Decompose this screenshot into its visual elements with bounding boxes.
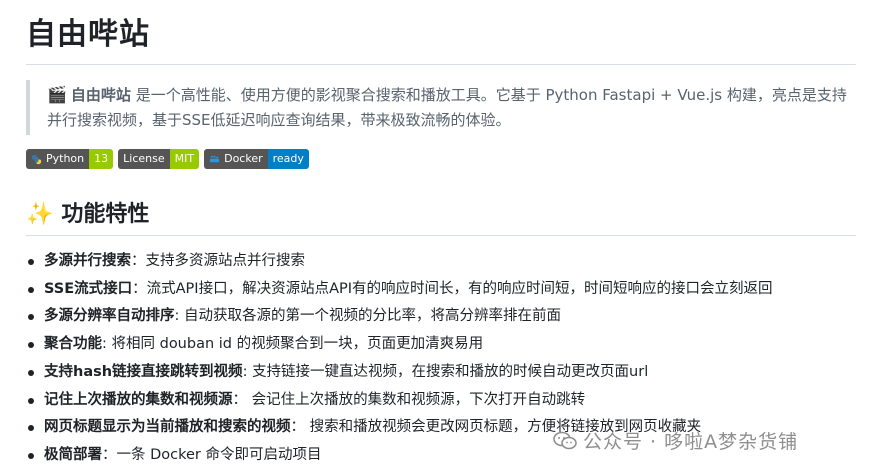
watermark: 公众号 · 哆啦A梦杂货铺: [553, 427, 798, 454]
feature-separator: ：: [132, 280, 147, 297]
list-item: 多源分辨率自动排序: 自动获取各源的第一个视频的分比率，将高分辨率排在前面: [28, 303, 856, 331]
feature-separator: :: [102, 336, 112, 353]
list-item: SSE流式接口：流式API接口，解决资源站点API有的响应时间长，有的响应时间短…: [28, 276, 856, 304]
intro-project-name: 自由哔站: [70, 86, 131, 104]
section-title: 功能特性: [61, 202, 150, 227]
feature-name: 聚合功能: [44, 336, 102, 353]
feature-desc: 支持链接一键直达视频，在搜索和播放的时候自动更改页面url: [252, 363, 649, 380]
docker-icon: [210, 155, 220, 162]
clapper-board-icon: 🎬: [47, 85, 67, 104]
list-item: 记住上次播放的集数和视频源： 会记住上次播放的集数和视频源，下次打开自动跳转: [28, 387, 856, 415]
feature-name: 多源并行搜索: [44, 253, 131, 269]
license-badge-label: License: [123, 152, 165, 165]
intro-text: 是一个高性能、使用方便的影视聚合搜索和播放工具。它基于 Python Fasta…: [47, 86, 847, 129]
sparkles-icon: ✨: [26, 202, 54, 227]
feature-desc: 将相同 douban id 的视频聚合到一块，页面更加清爽易用: [111, 336, 484, 353]
feature-desc: 流式API接口，解决资源站点API有的响应时间长，有的响应时间短，时间短响应的接…: [146, 280, 773, 297]
feature-name: 多源分辨率自动排序: [44, 308, 175, 325]
feature-desc: 自动获取各源的第一个视频的分比率，将高分辨率排在前面: [184, 308, 561, 325]
feature-name: SSE流式接口: [44, 280, 133, 297]
docker-badge-label: Docker: [224, 152, 263, 165]
feature-desc: 一条 Docker 命令即可启动项目: [116, 446, 322, 463]
feature-separator: ：: [131, 253, 146, 269]
feature-separator: :: [242, 363, 253, 380]
feature-separator: ：: [102, 446, 117, 463]
feature-separator: :: [174, 308, 184, 325]
feature-name: 支持hash链接直接跳转到视频: [44, 363, 243, 380]
python-badge-value: 13: [89, 149, 114, 169]
watermark-text: 公众号 · 哆啦A梦杂货铺: [583, 431, 799, 453]
python-badge-label: Python: [46, 152, 85, 165]
python-icon: [31, 154, 42, 164]
list-item: 多源并行搜索：支持多资源站点并行搜索: [28, 248, 856, 276]
readme-page: 自由哔站 🎬 自由哔站 是一个高性能、使用方便的影视聚合搜索和播放工具。它基于 P…: [26, 0, 856, 470]
feature-desc: 支持多资源站点并行搜索: [145, 253, 306, 269]
feature-separator: ：: [232, 391, 252, 408]
intro-blockquote: 🎬 自由哔站 是一个高性能、使用方便的影视聚合搜索和播放工具。它基于 Python…: [26, 80, 856, 135]
python-badge[interactable]: Python 13: [26, 149, 114, 169]
feature-name: 极简部署: [44, 446, 102, 463]
license-badge-value: MIT: [169, 149, 200, 169]
list-item: 支持hash链接直接跳转到视频: 支持链接一键直达视频，在搜索和播放的时候自动更…: [28, 359, 856, 387]
docker-badge-value: ready: [267, 149, 309, 169]
section-heading: ✨ 功能特性: [26, 199, 856, 236]
feature-desc: 会记住上次播放的集数和视频源，下次打开自动跳转: [251, 391, 586, 408]
feature-name: 记住上次播放的集数和视频源: [44, 391, 233, 408]
page-title: 自由哔站: [26, 0, 856, 65]
wechat-icon: [553, 431, 577, 449]
feature-separator: ：: [290, 419, 310, 436]
list-item: 聚合功能: 将相同 douban id 的视频聚合到一块，页面更加清爽易用: [28, 331, 856, 359]
feature-name: 网页标题显示为当前播放和搜索的视频: [44, 419, 291, 436]
badge-row: Python 13 License MIT Docker ready: [26, 149, 856, 169]
license-badge[interactable]: License MIT: [118, 149, 200, 169]
docker-badge[interactable]: Docker ready: [204, 149, 309, 169]
